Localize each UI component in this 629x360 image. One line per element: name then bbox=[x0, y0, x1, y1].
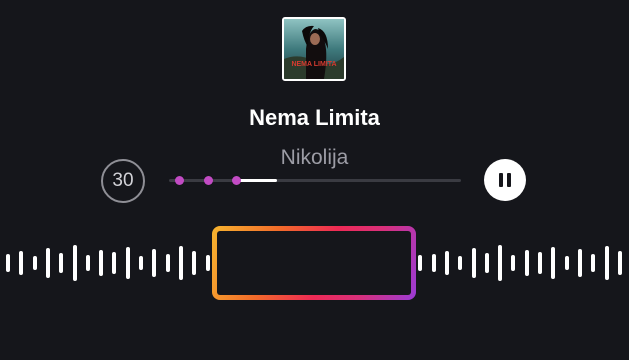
waveform-bar bbox=[485, 253, 489, 273]
album-cover: NEMA LIMITA bbox=[282, 17, 346, 81]
progress-played bbox=[236, 179, 278, 182]
waveform-bar bbox=[192, 251, 196, 275]
waveform-bar bbox=[538, 252, 542, 274]
progress-marker bbox=[175, 176, 184, 185]
waveform-bar bbox=[418, 255, 422, 271]
waveform-bar bbox=[458, 256, 462, 270]
waveform-bar bbox=[19, 251, 23, 275]
waveform-bar bbox=[605, 246, 609, 280]
waveform-bar bbox=[578, 249, 582, 277]
waveform-bar bbox=[33, 256, 37, 270]
waveform-bar bbox=[99, 250, 103, 276]
artist-name: Nikolija bbox=[280, 146, 349, 169]
waveform-bar bbox=[73, 245, 77, 281]
music-clip-editor: NEMA LIMITA Nema Limita Nikolija 30 bbox=[0, 0, 629, 360]
song-title: Nema Limita bbox=[249, 105, 380, 130]
waveform-bar bbox=[112, 252, 116, 274]
progress-marker bbox=[232, 176, 241, 185]
cover-title-text: NEMA LIMITA bbox=[291, 61, 336, 68]
album-cover-art: NEMA LIMITA bbox=[284, 19, 344, 79]
waveform-bar bbox=[472, 248, 476, 278]
progress-marker bbox=[204, 176, 213, 185]
waveform-bar bbox=[152, 249, 156, 277]
waveform-bar bbox=[525, 250, 529, 276]
waveform-bar bbox=[498, 245, 502, 281]
waveform-bar bbox=[445, 251, 449, 275]
waveform-bar bbox=[86, 255, 90, 271]
pause-button[interactable] bbox=[484, 159, 526, 201]
skip-30-button[interactable]: 30 bbox=[101, 159, 145, 203]
pause-icon-left-bar bbox=[499, 173, 503, 187]
waveform-bar bbox=[126, 247, 130, 279]
waveform-bar bbox=[618, 251, 622, 275]
waveform-bar bbox=[46, 248, 50, 278]
waveform-bar bbox=[6, 254, 10, 272]
clip-selection-frame[interactable] bbox=[212, 226, 416, 300]
waveform-bar bbox=[179, 246, 183, 280]
waveform-bar bbox=[511, 255, 515, 271]
pause-icon-right-bar bbox=[507, 173, 511, 187]
waveform-bar bbox=[551, 247, 555, 279]
waveform-bar bbox=[166, 254, 170, 272]
waveform-bar bbox=[59, 253, 63, 273]
waveform-bar bbox=[591, 254, 595, 272]
waveform-bar bbox=[432, 254, 436, 272]
waveform-bar bbox=[565, 256, 569, 270]
progress-track[interactable] bbox=[169, 176, 461, 185]
waveform-bar bbox=[206, 255, 210, 271]
waveform-bar bbox=[139, 256, 143, 270]
